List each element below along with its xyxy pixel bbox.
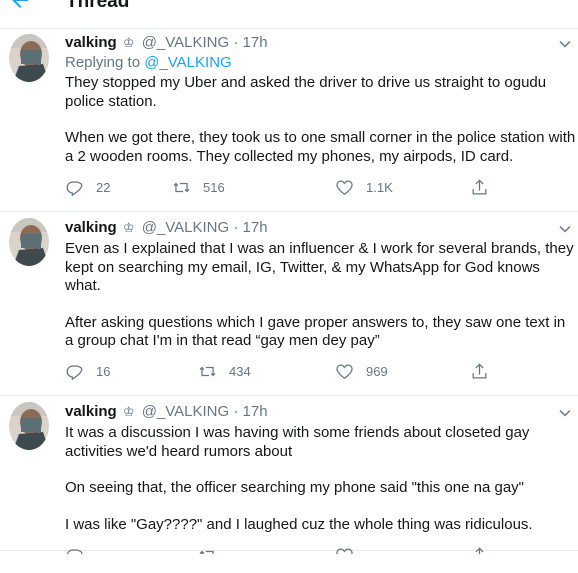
user-handle[interactable]: @_VALKING [142,34,229,51]
heart-icon [336,180,353,196]
avatar[interactable] [9,218,49,266]
user-handle[interactable]: @_VALKING [142,403,229,420]
reply-button[interactable]: 22 [65,178,110,197]
retweet-icon [173,182,190,193]
tweet[interactable]: valking ♔ @_VALKING · 17h It was a discu… [0,397,578,573]
tweet-time[interactable]: · 17h [233,219,267,236]
tweet-body: It was a discussion I was having with so… [65,424,577,534]
retweet-count: 516 [203,180,225,195]
tweet-paragraph: When we got there, they took us to one s… [65,129,576,165]
retweet-button[interactable]: 434 [198,362,251,381]
back-arrow-icon[interactable] [8,0,32,12]
reply-button[interactable]: 16 [65,362,110,381]
reply-icon [66,365,83,381]
share-button[interactable] [470,178,501,197]
tweet-actions [65,546,495,554]
tweet-paragraph: It was a discussion I was having with so… [65,424,530,460]
like-button[interactable]: 1.1K [335,178,393,197]
page-title: Thread [66,0,130,12]
replying-to: Replying to @_VALKING [65,54,232,71]
like-count: 969 [366,364,388,379]
retweet-count: 434 [229,364,251,379]
retweet-button[interactable]: 516 [172,178,225,197]
crown-icon: ♔ [122,35,135,50]
replying-to-handle[interactable]: @_VALKING [144,54,231,71]
reply-count: 22 [96,180,111,195]
share-icon [472,179,487,195]
thread-header: Thread [0,0,578,29]
tweet-paragraph: On seeing that, the officer searching my… [65,479,524,496]
crown-icon: ♔ [122,404,135,419]
user-handle[interactable]: @_VALKING [142,219,229,236]
retweet-button[interactable] [198,546,229,554]
display-name[interactable]: valking [65,219,117,236]
crown-icon: ♔ [122,220,135,235]
avatar[interactable] [9,402,49,450]
reply-icon [66,549,83,554]
tweet-time[interactable]: · 17h [233,34,267,51]
tweet-time[interactable]: · 17h [233,403,267,420]
share-button[interactable] [470,362,501,381]
like-count: 1.1K [366,180,393,195]
heart-icon [336,548,353,554]
tweet-paragraph: They stopped my Uber and asked the drive… [65,74,547,110]
chevron-down-icon[interactable] [558,37,572,51]
tweet-body: Even as I explained that I was an influe… [65,240,577,351]
share-icon [475,547,484,554]
tweet[interactable]: valking ♔ @_VALKING · 17h Even as I expl… [0,213,578,396]
chevron-down-icon[interactable] [558,222,572,236]
retweet-icon [199,366,216,377]
like-button[interactable]: 969 [335,362,388,381]
tweet-body: They stopped my Uber and asked the drive… [65,74,577,166]
display-name[interactable]: valking [65,34,117,51]
retweet-icon [199,550,214,554]
tweet[interactable]: valking ♔ @_VALKING · 17h Replying to @_… [0,30,578,212]
reply-button[interactable] [65,546,96,554]
tweet-actions: 22 516 1.1K [65,178,495,200]
share-icon [472,363,487,379]
chevron-down-icon[interactable] [558,406,572,420]
reply-icon [66,181,83,197]
replying-prefix: Replying to [65,54,141,71]
tweet-paragraph: After asking questions which I gave prop… [65,313,566,350]
avatar[interactable] [9,34,49,82]
share-button[interactable] [470,546,495,554]
tweet-actions: 16 434 969 [65,362,495,384]
like-button[interactable] [335,546,366,554]
heart-icon [336,364,353,380]
display-name[interactable]: valking [65,403,117,420]
reply-count: 16 [96,364,111,379]
tweet-paragraph: Even as I explained that I was an influe… [65,240,574,294]
tweet-paragraph: I was like "Gay????" and I laughed cuz t… [65,515,533,533]
